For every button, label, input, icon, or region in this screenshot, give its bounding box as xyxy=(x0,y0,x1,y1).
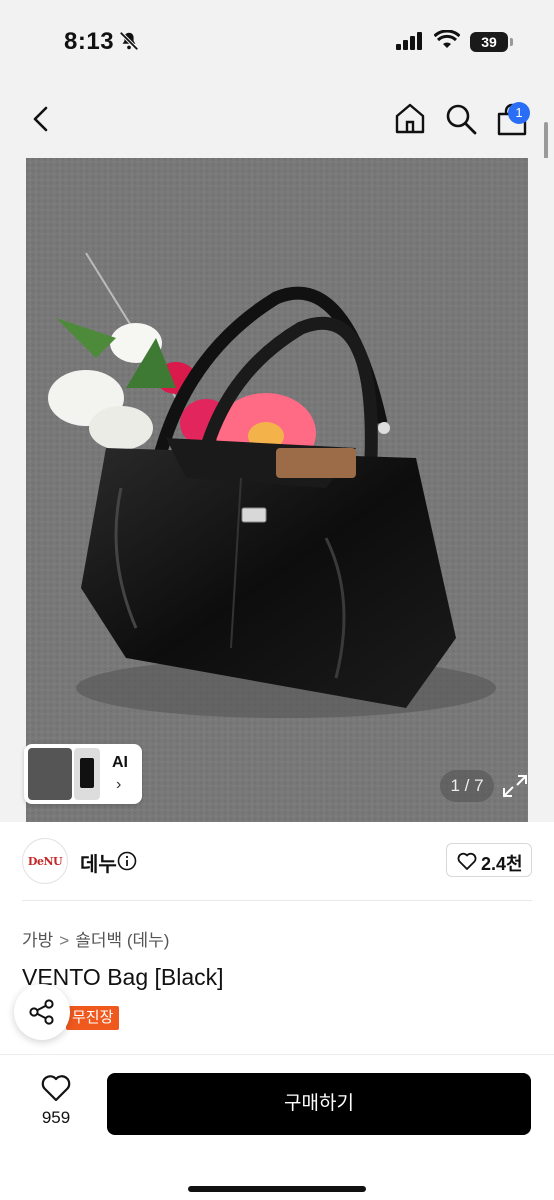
product-photo-illustration xyxy=(26,158,528,822)
search-icon[interactable] xyxy=(444,102,478,136)
share-icon xyxy=(29,999,54,1025)
breadcrumb: 가방 > 숄더백 (데누) xyxy=(22,926,169,951)
top-nav: 1 xyxy=(0,80,554,158)
share-button[interactable] xyxy=(14,984,70,1040)
product-image[interactable] xyxy=(26,158,528,822)
seller-name[interactable]: 데누 xyxy=(80,848,117,877)
breadcrumb-separator: > xyxy=(59,931,70,950)
signal-icon xyxy=(396,32,422,50)
battery-nub xyxy=(510,38,513,46)
info-icon[interactable] xyxy=(117,851,137,871)
musinsa-badge: 무진장 xyxy=(66,1006,120,1030)
favorite-count: 959 xyxy=(41,1108,71,1127)
home-indicator[interactable] xyxy=(188,1186,366,1192)
battery-indicator: 39 xyxy=(470,32,508,52)
ai-thumbnail-card[interactable]: AI › xyxy=(24,744,142,804)
chevron-right-icon: › xyxy=(116,776,122,793)
thumbnail-image-2 xyxy=(74,748,100,800)
heart-icon xyxy=(457,852,477,870)
back-icon[interactable] xyxy=(26,102,56,136)
seller-like-button[interactable]: 2.4천 xyxy=(446,843,532,877)
thumbnail-image-1 xyxy=(28,748,72,800)
seller-like-count: 2.4천 xyxy=(481,854,523,874)
home-icon[interactable] xyxy=(392,100,428,136)
wifi-icon xyxy=(434,30,460,48)
divider xyxy=(22,900,532,901)
breadcrumb-category[interactable]: 가방 xyxy=(22,931,53,950)
seller-logo[interactable]: DeNU xyxy=(22,838,68,884)
muted-bell-icon xyxy=(119,31,139,51)
heart-icon xyxy=(41,1075,71,1102)
image-counter: 1 / 7 xyxy=(440,770,494,802)
status-bar: 8:13 39 xyxy=(0,0,554,80)
expand-icon[interactable] xyxy=(498,770,532,802)
breadcrumb-subcategory[interactable]: 숄더백 (데누) xyxy=(75,931,169,950)
status-time: 8:13 xyxy=(64,28,115,55)
cart-count-badge: 1 xyxy=(508,102,530,124)
ai-label: AI xyxy=(112,754,128,771)
favorite-button[interactable]: 959 xyxy=(30,1074,82,1134)
buy-button[interactable]: 구매하기 xyxy=(107,1073,531,1135)
